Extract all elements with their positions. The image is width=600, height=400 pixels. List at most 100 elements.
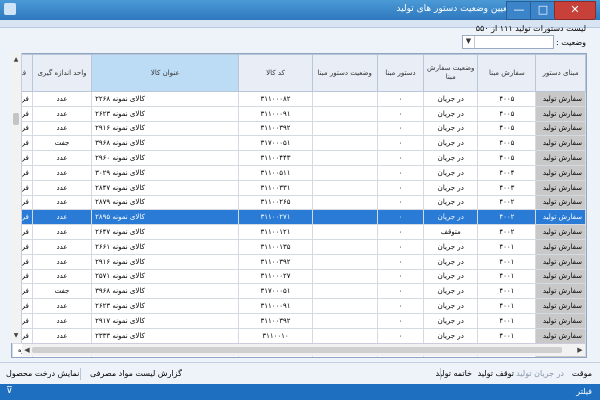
cell-base-order[interactable]: ۴۰۰۲: [477, 224, 537, 240]
cell-base-instruction[interactable]: ۰: [376, 91, 425, 107]
cell-unit[interactable]: جفت: [31, 283, 93, 300]
cell-base-instruction-status[interactable]: [311, 238, 378, 255]
cell-base-instruction-status[interactable]: [311, 268, 378, 285]
in-progress-button[interactable]: در جریان تولید: [516, 369, 564, 378]
cell-base-order[interactable]: ۴۰۰۳: [477, 179, 537, 196]
cell-base-type[interactable]: سفارش تولید: [535, 120, 586, 137]
cell-base-type[interactable]: سفارش تولید: [535, 179, 586, 196]
column-header-unit[interactable]: واحد اندازه گیری: [31, 54, 93, 92]
cell-base-order[interactable]: ۴۰۰۴: [477, 164, 537, 181]
scroll-up-icon[interactable]: ▲: [11, 55, 21, 65]
cell-base-type[interactable]: سفارش تولید: [535, 150, 586, 166]
table-row[interactable]: سفارش تولید ۴۰۰۳ در جریان ۰ ۳۱۱۰۰۳۳۱ کالای نم…: [12, 179, 586, 196]
cell-item-title[interactable]: کالای نمونه ۳۹۶۸: [91, 135, 240, 152]
hscroll-thumb[interactable]: [32, 347, 562, 353]
cell-item-code[interactable]: ۳۱۱۰۰۱۳۵: [238, 238, 313, 255]
cell-base-order-status[interactable]: در جریان: [423, 253, 479, 270]
close-button[interactable]: ✕: [554, 1, 596, 20]
cell-base-type[interactable]: سفارش تولید: [535, 327, 586, 344]
cell-item-code[interactable]: ۳۱۱۰۰۳۹۲: [238, 253, 313, 270]
cell-item-code[interactable]: ۳۱۱۰۰۲۶۵: [238, 194, 313, 211]
cell-item-code[interactable]: ۳۱۱۰۰۳۹۲: [238, 120, 313, 137]
table-row[interactable]: سفارش تولید ۴۰۰۵ در جریان ۰ ۳۱۱۰۰۰۸۲ کالای نم…: [12, 91, 586, 107]
cell-unit[interactable]: عدد: [31, 312, 93, 329]
table-row[interactable]: سفارش تولید ۴۰۰۵ در جریان ۰ ۳۱۱۰۰۰۹۱ کالای نم…: [12, 105, 586, 122]
cell-base-instruction[interactable]: ۰: [376, 194, 425, 211]
cell-base-type[interactable]: سفارش تولید: [535, 238, 586, 255]
cell-base-instruction-status[interactable]: [311, 120, 378, 137]
cell-item-code[interactable]: ۳۱۷۰۰۰۵۱: [238, 283, 313, 300]
cell-item-code[interactable]: ۳۱۷۰۰۰۵۱: [238, 135, 313, 152]
cell-item-title[interactable]: کالای نمونه ۲۸۴۷: [91, 179, 240, 196]
column-header-item-code[interactable]: کد کالا: [238, 54, 313, 92]
cell-unit[interactable]: عدد: [31, 238, 93, 255]
cell-item-code[interactable]: ۳۱۱۰۰۱۰: [238, 327, 313, 344]
cell-base-instruction[interactable]: ۰: [376, 224, 425, 240]
cell-base-instruction-status[interactable]: [311, 105, 378, 122]
cell-item-title[interactable]: کالای نمونه ۲۶۲۳: [91, 298, 240, 314]
cell-base-type[interactable]: سفارش تولید: [535, 298, 586, 314]
cell-base-order[interactable]: ۴۰۰۱: [477, 268, 537, 285]
cell-item-code[interactable]: ۳۱۱۰۰۰۹۱: [238, 298, 313, 314]
column-header-base-type[interactable]: مبنای دستور: [535, 54, 586, 92]
cell-base-type[interactable]: سفارش تولید: [535, 91, 586, 107]
cell-unit[interactable]: عدد: [31, 268, 93, 285]
cell-base-type[interactable]: سفارش تولید: [535, 283, 586, 300]
table-row[interactable]: سفارش تولید ۴۰۰۲ در جریان ۰ ۳۱۱۰۰۲۷۱ کالای نم…: [12, 209, 586, 226]
scroll-left-icon[interactable]: ◀: [22, 344, 32, 356]
cell-base-order[interactable]: ۴۰۰۲: [477, 209, 537, 226]
cell-base-type[interactable]: سفارش تولید: [535, 105, 586, 122]
consumed-materials-report-button[interactable]: گزارش لیست مواد مصرفی: [90, 369, 182, 378]
table-row[interactable]: سفارش تولید ۴۰۰۱ در جریان ۰ ۳۱۱۰۰۱۰ کالای نمو…: [12, 327, 586, 344]
cell-base-order-status[interactable]: متوقف: [423, 224, 479, 240]
cell-item-title[interactable]: کالای نمونه ۲۹۱۶: [91, 253, 240, 270]
cell-base-order-status[interactable]: در جریان: [423, 327, 479, 344]
table-row[interactable]: سفارش تولید ۴۰۰۱ در جریان ۰ ۳۱۷۰۰۰۵۱ کالای نم…: [12, 283, 586, 300]
cell-unit[interactable]: عدد: [31, 253, 93, 270]
table-row[interactable]: سفارش تولید ۴۰۰۱ در جریان ۰ ۳۱۱۰۰۰۲۷ کالای نم…: [12, 268, 586, 285]
cell-item-title[interactable]: کالای نمونه ۲۹۱۷: [91, 312, 240, 329]
cell-base-instruction[interactable]: ۰: [376, 298, 425, 314]
cell-base-order-status[interactable]: در جریان: [423, 135, 479, 152]
cell-base-order-status[interactable]: در جریان: [423, 164, 479, 181]
cell-base-instruction[interactable]: ۰: [376, 179, 425, 196]
column-header-base-order-status[interactable]: وضعیت سفارش مبنا: [423, 54, 479, 92]
cell-item-title[interactable]: کالای نمونه ۲۶۶۱: [91, 238, 240, 255]
table-row[interactable]: سفارش تولید ۴۰۰۵ در جریان ۰ ۳۱۱۰۰۴۴۳ کالای نم…: [12, 150, 586, 166]
table-row[interactable]: سفارش تولید ۴۰۰۱ در جریان ۰ ۳۱۱۰۰۰۹۱ کالای نم…: [12, 298, 586, 314]
cell-base-instruction-status[interactable]: [311, 253, 378, 270]
cell-unit[interactable]: جفت: [31, 135, 93, 152]
cell-base-order-status[interactable]: در جریان: [423, 194, 479, 211]
horizontal-scrollbar[interactable]: ◀ ▶: [22, 343, 585, 356]
column-header-base-instruction-status[interactable]: وضعیت دستور مبنا: [311, 54, 378, 92]
cell-base-type[interactable]: سفارش تولید: [535, 224, 586, 240]
table-row[interactable]: سفارش تولید ۴۰۰۲ متوقف ۰ ۳۱۱۰۰۱۲۱ کالای نمونه…: [12, 224, 586, 240]
cell-base-order-status[interactable]: در جریان: [423, 105, 479, 122]
cell-base-instruction-status[interactable]: [311, 312, 378, 329]
cell-item-code[interactable]: ۳۱۱۰۰۳۹۲: [238, 312, 313, 329]
cell-unit[interactable]: عدد: [31, 209, 93, 226]
cell-base-order[interactable]: ۴۰۰۱: [477, 298, 537, 314]
cell-base-instruction-status[interactable]: [311, 283, 378, 300]
cell-base-type[interactable]: سفارش تولید: [535, 164, 586, 181]
cell-item-code[interactable]: ۳۱۱۰۰۲۷۱: [238, 209, 313, 226]
table-row[interactable]: سفارش تولید ۴۰۰۱ در جریان ۰ ۳۱۱۰۰۳۹۲ کالای نم…: [12, 253, 586, 270]
cell-unit[interactable]: عدد: [31, 105, 93, 122]
cell-item-title[interactable]: کالای نمونه ۲۶۲۳: [91, 105, 240, 122]
filter-label[interactable]: فیلتر: [576, 387, 592, 396]
cell-unit[interactable]: عدد: [31, 120, 93, 137]
cell-base-instruction[interactable]: ۰: [376, 105, 425, 122]
cell-unit[interactable]: عدد: [31, 179, 93, 196]
cell-base-type[interactable]: سفارش تولید: [535, 194, 586, 211]
cell-item-title[interactable]: کالای نمونه ۲۵۷۱: [91, 268, 240, 285]
cell-base-type[interactable]: سفارش تولید: [535, 209, 586, 226]
cell-item-title[interactable]: کالای نمونه ۲۶۴۷: [91, 224, 240, 240]
cell-item-title[interactable]: کالای نمونه ۲۸۹۵: [91, 209, 240, 226]
cell-base-instruction[interactable]: ۰: [376, 327, 425, 344]
cell-base-order[interactable]: ۴۰۰۱: [477, 327, 537, 344]
cell-base-order[interactable]: ۴۰۰۱: [477, 312, 537, 329]
stop-production-button[interactable]: توقف تولید: [478, 369, 514, 378]
cell-item-title[interactable]: کالای نمونه ۲۲۶۸: [91, 91, 240, 107]
cell-base-instruction[interactable]: ۰: [376, 120, 425, 137]
cell-base-instruction-status[interactable]: [311, 209, 378, 226]
